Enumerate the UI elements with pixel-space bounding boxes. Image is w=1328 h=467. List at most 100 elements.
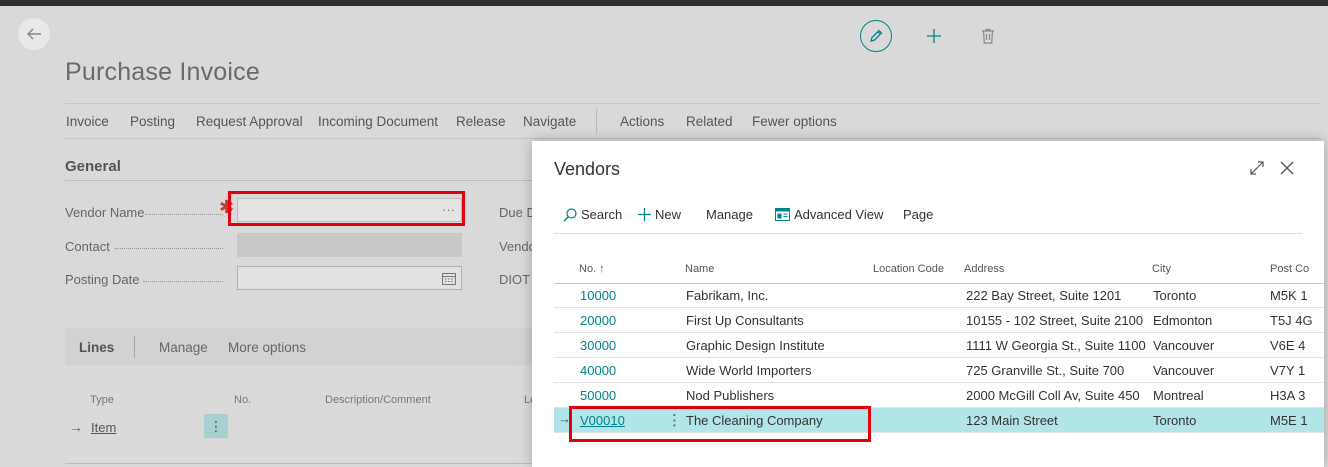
dialog-manage-button[interactable]: Manage xyxy=(706,207,753,222)
action-release[interactable]: Release xyxy=(456,114,506,129)
col-type[interactable]: Type xyxy=(90,394,114,406)
manage-label: Manage xyxy=(706,207,753,222)
leader-dots xyxy=(143,281,223,282)
expand-icon[interactable] xyxy=(1250,161,1264,175)
posting-date-label: Posting Date xyxy=(65,272,140,287)
vendor-invoice-label: Vendo xyxy=(499,239,532,254)
action-fewer-options[interactable]: Fewer options xyxy=(752,114,837,129)
new-button[interactable] xyxy=(922,24,946,48)
action-incoming-document[interactable]: Incoming Document xyxy=(318,114,438,129)
advanced-view-label: Advanced View xyxy=(794,207,884,222)
vendor-address: 123 Main Street xyxy=(966,413,1058,428)
action-invoice[interactable]: Invoice xyxy=(66,114,109,129)
vendor-row[interactable]: 10000 Fabrikam, Inc. 222 Bay Street, Sui… xyxy=(554,283,1324,308)
lines-more-options[interactable]: More options xyxy=(228,340,306,355)
search-label: Search xyxy=(581,207,623,222)
vendor-row[interactable]: 50000 Nod Publishers 2000 McGill Coll Av… xyxy=(554,383,1324,408)
due-date-label: Due D xyxy=(499,205,532,220)
calendar-icon[interactable] xyxy=(442,272,456,285)
general-section-title[interactable]: General xyxy=(65,158,121,175)
posting-date-field[interactable] xyxy=(237,266,462,290)
vendor-city: Vancouver xyxy=(1153,363,1215,378)
vendor-no-link[interactable]: 50000 xyxy=(580,388,616,403)
edit-button[interactable] xyxy=(860,20,892,52)
col-location-code-header[interactable]: Location Code xyxy=(873,263,944,275)
vendor-name: Nod Publishers xyxy=(686,388,775,403)
vendor-no-link[interactable]: 20000 xyxy=(580,313,616,328)
col-post-code-header[interactable]: Post Co xyxy=(1270,263,1324,275)
vendor-address: 10155 - 102 Street, Suite 2100 xyxy=(966,313,1144,328)
vendor-post-code: M5K 1 xyxy=(1270,288,1308,303)
plus-icon xyxy=(638,208,651,221)
dialog-search-button[interactable]: Search xyxy=(563,207,622,222)
col-city-header[interactable]: City xyxy=(1152,263,1171,275)
page-label: Page xyxy=(903,207,934,222)
vendor-city: Edmonton xyxy=(1153,313,1213,328)
section-divider xyxy=(65,180,535,181)
diot-label: DIOT T xyxy=(499,272,532,287)
vendor-no-link[interactable]: 30000 xyxy=(580,338,616,353)
vendors-dialog: Vendors Search New Manage Advanced View … xyxy=(532,141,1324,467)
dialog-page-button[interactable]: Page xyxy=(903,207,933,222)
vendor-city: Vancouver xyxy=(1153,338,1215,353)
vendor-row[interactable]: 20000 First Up Consultants 10155 - 102 S… xyxy=(554,308,1324,333)
vendor-city: Montreal xyxy=(1153,388,1204,403)
vendor-address: 1111 W Georgia St., Suite 1100 xyxy=(966,338,1146,353)
lines-panel: Lines Manage More options Type No. Descr… xyxy=(65,328,535,467)
highlight-box-vendor-name xyxy=(228,191,465,226)
vendor-name-label: Vendor Name xyxy=(65,205,145,220)
vendor-city: Toronto xyxy=(1153,413,1197,428)
vendor-no-link[interactable]: 10000 xyxy=(580,288,616,303)
search-icon xyxy=(563,207,577,221)
plus-icon xyxy=(927,29,941,43)
pencil-icon xyxy=(870,29,883,42)
row-menu-icon[interactable]: ⋮ xyxy=(204,414,228,438)
vendor-no-link[interactable]: 40000 xyxy=(580,363,616,378)
dialog-title: Vendors xyxy=(554,159,621,179)
back-arrow-icon xyxy=(27,28,41,40)
col-name-header[interactable]: Name xyxy=(685,263,714,275)
action-navigate[interactable]: Navigate xyxy=(523,114,576,129)
col-no[interactable]: No. xyxy=(234,394,251,406)
row-arrow-icon: → xyxy=(69,419,83,435)
vendor-name: Fabrikam, Inc. xyxy=(686,288,769,303)
action-divider xyxy=(596,109,597,133)
dialog-new-button[interactable]: New xyxy=(638,207,681,222)
vendor-address: 725 Granville St., Suite 700 xyxy=(966,363,1125,378)
highlight-box-selected-vendor xyxy=(569,406,871,442)
dialog-advanced-view-button[interactable]: Advanced View xyxy=(775,207,883,222)
leader-dots xyxy=(115,248,223,249)
vendor-address: 222 Bay Street, Suite 1201 xyxy=(966,288,1122,303)
back-button[interactable] xyxy=(18,18,50,50)
col-no-header[interactable]: No. ↑ xyxy=(579,263,605,275)
vendor-name: First Up Consultants xyxy=(686,313,804,328)
vendor-city: Toronto xyxy=(1153,288,1197,303)
lines-manage[interactable]: Manage xyxy=(159,340,208,355)
close-icon[interactable] xyxy=(1279,160,1295,176)
action-request-approval[interactable]: Request Approval xyxy=(196,114,303,129)
leader-dots xyxy=(145,214,223,215)
window-top-bar xyxy=(0,0,1328,6)
page-title: Purchase Invoice xyxy=(65,58,260,86)
lines-divider xyxy=(134,336,135,358)
new-label: New xyxy=(655,207,682,222)
lines-bottom-border xyxy=(65,463,535,464)
col-description[interactable]: Description/Comment xyxy=(325,394,431,406)
vendor-post-code: H3A 3 xyxy=(1270,388,1306,403)
action-posting[interactable]: Posting xyxy=(130,114,175,129)
vendor-post-code: M5E 1 xyxy=(1270,413,1308,428)
action-related[interactable]: Related xyxy=(686,114,733,129)
col-address-header[interactable]: Address xyxy=(964,263,1004,275)
vendor-row[interactable]: 30000 Graphic Design Institute 1111 W Ge… xyxy=(554,333,1324,358)
action-bar: Invoice Posting Request Approval Incomin… xyxy=(65,103,1320,139)
delete-button[interactable] xyxy=(977,25,999,47)
contact-label: Contact xyxy=(65,239,110,254)
vendor-row[interactable]: 40000 Wide World Importers 725 Granville… xyxy=(554,358,1324,383)
line-type-value[interactable]: Item xyxy=(91,420,116,435)
vendor-address: 2000 McGill Coll Av, Suite 450 xyxy=(966,388,1140,403)
vendor-post-code: V7Y 1 xyxy=(1270,363,1306,378)
lines-title[interactable]: Lines xyxy=(79,340,114,355)
contact-field[interactable] xyxy=(237,233,462,257)
vendor-post-code: T5J 4G xyxy=(1270,313,1313,328)
action-actions[interactable]: Actions xyxy=(620,114,664,129)
